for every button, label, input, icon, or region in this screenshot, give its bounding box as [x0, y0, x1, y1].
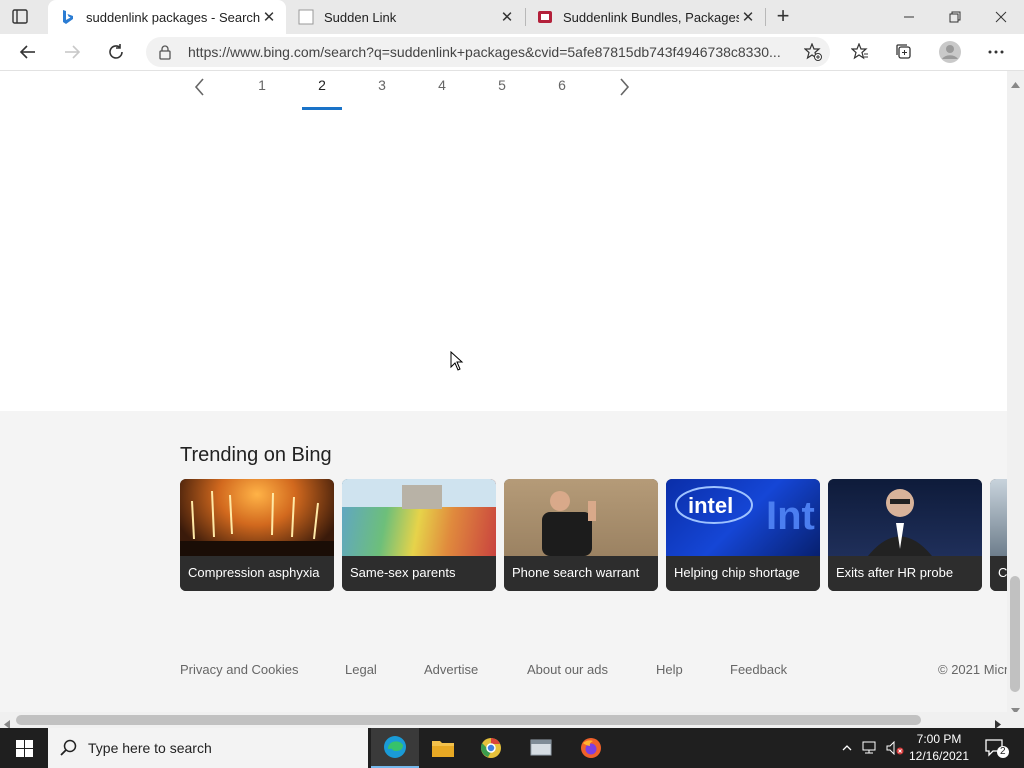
svg-text:intel: intel: [688, 493, 733, 518]
tab-sudden-link[interactable]: Sudden Link ✕: [286, 0, 524, 34]
trending-caption: Helping chip shortage: [666, 556, 820, 591]
notifications-icon[interactable]: 2: [980, 728, 1010, 768]
trending-caption: C: [990, 556, 1007, 591]
vertical-scrollbar[interactable]: [1007, 71, 1024, 714]
edge-browser-icon[interactable]: [371, 728, 419, 768]
search-icon: [60, 739, 78, 762]
trending-caption: Exits after HR probe: [828, 556, 982, 591]
file-explorer-icon[interactable]: [419, 728, 467, 768]
trending-card[interactable]: C: [990, 479, 1007, 591]
next-page-icon[interactable]: [614, 77, 634, 97]
app-window-icon[interactable]: [517, 728, 565, 768]
page-link-2[interactable]: 2: [302, 77, 342, 93]
site-favicon: [537, 9, 553, 25]
horizontal-scrollbar[interactable]: [0, 712, 1007, 729]
footer-link-privacy[interactable]: Privacy and Cookies: [180, 662, 299, 677]
close-tab-icon[interactable]: ✕: [739, 8, 757, 26]
vertical-scroll-thumb[interactable]: [1010, 576, 1020, 692]
page-link-3[interactable]: 3: [362, 77, 402, 93]
tab-title: Sudden Link: [324, 9, 397, 25]
trending-image: [990, 479, 1007, 556]
close-tab-icon[interactable]: ✕: [498, 8, 516, 26]
page-link-6[interactable]: 6: [542, 77, 582, 93]
previous-page-icon[interactable]: [190, 77, 210, 97]
trending-caption: Phone search warrant: [504, 556, 658, 591]
footer-link-advertise[interactable]: Advertise: [424, 662, 478, 677]
tab-title: Suddenlink Bundles, Packages and: [563, 9, 739, 25]
trending-title: Trending on Bing: [180, 444, 332, 466]
trending-image: [342, 479, 496, 556]
new-tab-icon[interactable]: +: [772, 5, 794, 28]
footer-link-legal[interactable]: Legal: [345, 662, 377, 677]
address-bar-row: https://www.bing.com/search?q=suddenlink…: [0, 34, 1024, 71]
profile-avatar-icon[interactable]: [936, 38, 964, 66]
trending-card[interactable]: Phone search warrant: [504, 479, 658, 591]
footer-link-about-ads[interactable]: About our ads: [527, 662, 608, 677]
trending-card[interactable]: intel Int Helping chip shortage: [666, 479, 820, 591]
add-favorite-icon[interactable]: [803, 42, 822, 66]
volume-muted-icon[interactable]: [884, 728, 906, 768]
minimize-icon[interactable]: [886, 0, 932, 34]
more-options-icon[interactable]: [982, 38, 1010, 66]
page-link-4[interactable]: 4: [422, 77, 462, 93]
clock-time: 7:00 PM: [916, 732, 962, 746]
bing-icon: [60, 9, 76, 25]
trending-image: [504, 479, 658, 556]
svg-text:Int: Int: [766, 494, 815, 538]
trending-card[interactable]: Same-sex parents: [342, 479, 496, 591]
trending-section: Trending on Bing Compression asphyxia Sa…: [0, 411, 1007, 712]
lock-icon[interactable]: [158, 44, 172, 65]
url-text[interactable]: https://www.bing.com/search?q=suddenlink…: [188, 44, 788, 60]
favorites-icon[interactable]: [846, 38, 874, 66]
show-hidden-icons-icon[interactable]: [838, 728, 856, 768]
notification-count-badge: 2: [997, 746, 1009, 758]
trending-card[interactable]: Compression asphyxia: [180, 479, 334, 591]
taskbar-search-box[interactable]: Type here to search: [48, 728, 368, 768]
refresh-icon[interactable]: [102, 38, 130, 66]
page-link-5[interactable]: 5: [482, 77, 522, 93]
close-tab-icon[interactable]: ✕: [260, 8, 278, 26]
collections-icon[interactable]: [890, 38, 918, 66]
tab-actions-icon[interactable]: [10, 8, 30, 26]
trending-caption: Same-sex parents: [342, 556, 496, 591]
network-icon[interactable]: [860, 728, 880, 768]
clock-date: 12/16/2021: [908, 749, 970, 763]
scrollbar-corner: [1007, 712, 1024, 728]
close-window-icon[interactable]: [978, 0, 1024, 34]
scroll-up-icon[interactable]: [1011, 75, 1020, 93]
chrome-browser-icon[interactable]: [467, 728, 515, 768]
horizontal-scroll-thumb[interactable]: [16, 715, 921, 725]
blank-page-icon: [298, 9, 314, 25]
copyright-text: © 2021 Micr: [938, 662, 1007, 677]
trending-image: [828, 479, 982, 556]
forward-arrow-icon[interactable]: [58, 38, 86, 66]
trending-image: intel Int: [666, 479, 820, 556]
tab-title: suddenlink packages - Search: [86, 9, 260, 25]
windows-start-icon[interactable]: [0, 728, 48, 768]
firefox-browser-icon[interactable]: [567, 728, 615, 768]
mouse-cursor-icon: [450, 350, 464, 376]
title-bar: suddenlink packages - Search ✕ Sudden Li…: [0, 0, 1024, 34]
url-bar[interactable]: https://www.bing.com/search?q=suddenlink…: [146, 37, 830, 67]
page-content: 1 2 3 4 5 6 Trending on Bing Compression…: [0, 71, 1007, 712]
page-link-1[interactable]: 1: [242, 77, 282, 93]
windows-taskbar: Type here to search 7:00 PM 12/16/2021 2: [0, 728, 1024, 768]
current-page-indicator: [302, 107, 342, 110]
tab-suddenlink-bundles[interactable]: Suddenlink Bundles, Packages and ✕: [525, 0, 765, 34]
trending-card[interactable]: Exits after HR probe: [828, 479, 982, 591]
back-arrow-icon[interactable]: [14, 38, 42, 66]
trending-image: [180, 479, 334, 556]
footer-link-help[interactable]: Help: [656, 662, 683, 677]
taskbar-search-placeholder: Type here to search: [88, 740, 212, 756]
tab-bing-search[interactable]: suddenlink packages - Search ✕: [48, 0, 286, 34]
taskbar-clock[interactable]: 7:00 PM 12/16/2021: [904, 731, 974, 765]
footer-link-feedback[interactable]: Feedback: [730, 662, 787, 677]
tab-separator: [765, 8, 766, 26]
trending-caption: Compression asphyxia: [180, 556, 334, 591]
restore-icon[interactable]: [932, 0, 978, 34]
